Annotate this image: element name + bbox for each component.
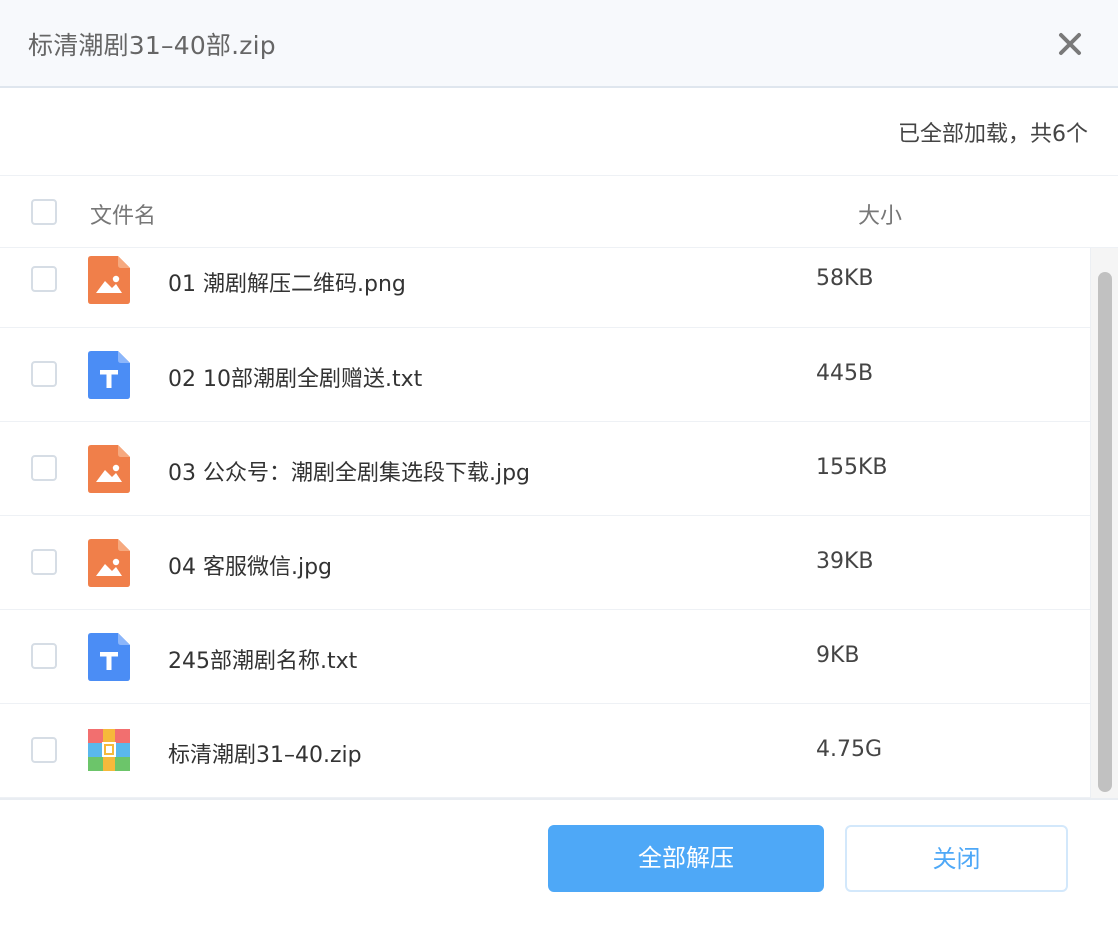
file-list: 01 潮剧解压二维码.png 58KB 02 10部潮剧全剧赠送.txt 445… xyxy=(0,248,1090,798)
file-row[interactable]: 245部潮剧名称.txt 9KB xyxy=(0,610,1090,704)
file-name: 03 公众号：潮剧全剧集选段下载.jpg xyxy=(168,461,531,486)
row-checkbox[interactable] xyxy=(31,737,57,763)
column-header-size: 大小 xyxy=(858,204,903,229)
dialog-title: 标清潮剧31–40部.zip xyxy=(28,31,276,60)
file-row[interactable]: 01 潮剧解压二维码.png 58KB xyxy=(0,248,1090,328)
extract-all-button[interactable]: 全部解压 xyxy=(548,825,824,892)
file-size: 9KB xyxy=(816,643,860,668)
image-file-icon xyxy=(88,539,130,587)
file-name: 04 客服微信.jpg xyxy=(168,555,333,580)
file-size: 58KB xyxy=(816,266,874,291)
status-row: 已全部加载，共6个 xyxy=(0,88,1118,176)
row-checkbox[interactable] xyxy=(31,455,57,481)
image-file-icon xyxy=(88,256,130,304)
text-file-icon xyxy=(88,351,130,399)
file-size: 4.75G xyxy=(816,737,883,762)
file-size: 445B xyxy=(816,361,874,386)
file-row[interactable]: 03 公众号：潮剧全剧集选段下载.jpg 155KB xyxy=(0,422,1090,516)
select-all-checkbox[interactable] xyxy=(31,199,57,225)
row-checkbox[interactable] xyxy=(31,643,57,669)
column-header-name: 文件名 xyxy=(90,204,157,229)
file-name: 标清潮剧31–40.zip xyxy=(168,743,362,768)
archive-file-icon xyxy=(88,729,130,777)
file-size: 39KB xyxy=(816,549,874,574)
dialog-header: 标清潮剧31–40部.zip xyxy=(0,0,1118,88)
text-file-icon xyxy=(88,633,130,681)
scrollbar-thumb[interactable] xyxy=(1098,272,1112,792)
file-name: 02 10部潮剧全剧赠送.txt xyxy=(168,367,423,392)
table-header: 文件名 大小 xyxy=(0,176,1118,248)
file-row[interactable]: 标清潮剧31–40.zip 4.75G xyxy=(0,704,1090,798)
image-file-icon xyxy=(88,445,130,493)
close-button[interactable]: 关闭 xyxy=(845,825,1068,892)
dialog-footer: 全部解压 关闭 xyxy=(0,798,1118,930)
close-icon[interactable] xyxy=(1052,26,1088,62)
file-name: 01 潮剧解压二维码.png xyxy=(168,272,406,297)
load-status: 已全部加载，共6个 xyxy=(898,122,1088,147)
file-row[interactable]: 04 客服微信.jpg 39KB xyxy=(0,516,1090,610)
row-checkbox[interactable] xyxy=(31,361,57,387)
row-checkbox[interactable] xyxy=(31,549,57,575)
zip-preview-dialog: 标清潮剧31–40部.zip 已全部加载，共6个 文件名 大小 01 潮剧解压二… xyxy=(0,0,1118,930)
list-scrollbar[interactable] xyxy=(1090,248,1118,800)
file-row[interactable]: 02 10部潮剧全剧赠送.txt 445B xyxy=(0,328,1090,422)
file-name: 245部潮剧名称.txt xyxy=(168,649,358,674)
row-checkbox[interactable] xyxy=(31,266,57,292)
file-size: 155KB xyxy=(816,455,888,480)
